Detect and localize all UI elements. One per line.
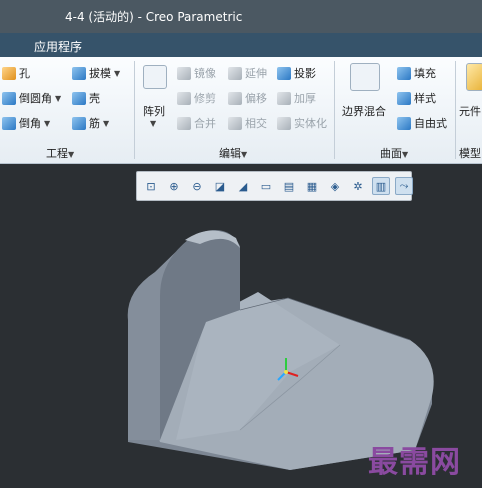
editing-group-label[interactable]: 编辑▼ (219, 145, 247, 161)
zoom-out-icon[interactable]: ⊖ (188, 177, 206, 195)
freestyle-icon (397, 116, 411, 130)
chevron-down-icon: ▼ (150, 119, 157, 128)
group-divider (455, 61, 456, 159)
group-divider (334, 61, 335, 159)
extend-button[interactable]: 延伸 (228, 65, 267, 81)
pattern-button[interactable]: 阵列 (143, 103, 165, 119)
hole-icon (2, 66, 16, 80)
chevron-down-icon[interactable]: ▼ (44, 119, 50, 128)
intersect-icon (228, 116, 242, 130)
pattern-dropdown[interactable]: ▼ (150, 119, 156, 128)
surfaces-group-label[interactable]: 曲面▼ (380, 145, 408, 161)
datum-display-icon[interactable]: ◈ (326, 177, 344, 195)
menu-bar: 应用程序 (0, 33, 482, 57)
merge-icon (177, 116, 191, 130)
transparency-icon[interactable]: ⤳ (395, 177, 413, 195)
offset-button[interactable]: 偏移 (228, 90, 267, 106)
rib-button[interactable]: 筋 ▼ (72, 115, 109, 131)
fill-button[interactable]: 填充 (397, 65, 436, 81)
mirror-button[interactable]: 镜像 (177, 65, 216, 81)
boundary-blend-button[interactable]: 边界混合 (342, 103, 386, 119)
extend-icon (228, 66, 242, 80)
freestyle-button[interactable]: 自由式 (397, 115, 447, 131)
component-button[interactable]: 元件 (459, 103, 481, 119)
refit-icon[interactable]: ⊡ (142, 177, 160, 195)
chamfer-button[interactable]: 倒角 ▼ (2, 115, 50, 131)
project-button[interactable]: 投影 (277, 65, 316, 81)
view-manager-icon[interactable]: ▦ (303, 177, 321, 195)
shell-button[interactable]: 壳 (72, 90, 100, 106)
named-views-icon[interactable]: ▤ (280, 177, 298, 195)
boundary-blend-icon[interactable] (350, 63, 380, 91)
title-bar: 4-4 (活动的) - Creo Parametric (0, 0, 482, 33)
trim-button[interactable]: 修剪 (177, 90, 216, 106)
round-icon (2, 91, 16, 105)
component-icon[interactable] (466, 63, 482, 91)
chamfer-icon (2, 116, 16, 130)
menu-applications[interactable]: 应用程序 (34, 38, 82, 55)
thicken-button[interactable]: 加厚 (277, 90, 316, 106)
ribbon: 孔 拔模 ▼ 倒圆角 ▼ 壳 倒角 ▼ 筋 ▼ 工程▼ 阵列 ▼ 镜像 延伸 投影 修剪… (0, 57, 482, 164)
zoom-in-icon[interactable]: ⊕ (165, 177, 183, 195)
trim-icon (177, 91, 191, 105)
intersect-button[interactable]: 相交 (228, 115, 267, 131)
spin-center-icon[interactable]: ✲ (349, 177, 367, 195)
chevron-down-icon[interactable]: ▼ (103, 119, 109, 128)
merge-button[interactable]: 合并 (177, 115, 216, 131)
chevron-down-icon[interactable]: ▼ (55, 94, 61, 103)
project-icon (277, 66, 291, 80)
chevron-down-icon: ▼ (68, 150, 75, 159)
solidify-icon (277, 116, 291, 130)
shell-icon (72, 91, 86, 105)
mirror-icon (177, 66, 191, 80)
round-button[interactable]: 倒圆角 ▼ (2, 90, 61, 106)
group-divider (134, 61, 135, 159)
fill-icon (397, 66, 411, 80)
graphics-toolbar: ⊡ ⊕ ⊖ ◪ ◢ ▭ ▤ ▦ ◈ ✲ ▥ ⤳ (136, 171, 413, 201)
engineering-group-label[interactable]: 工程▼ (46, 145, 74, 161)
saved-orientation-icon[interactable]: ▭ (257, 177, 275, 195)
offset-icon (228, 91, 242, 105)
chevron-down-icon[interactable]: ▼ (114, 69, 120, 78)
hole-button[interactable]: 孔 (2, 65, 30, 81)
style-icon (397, 91, 411, 105)
draft-icon (72, 66, 86, 80)
annotation-display-icon[interactable]: ▥ (372, 177, 390, 195)
chevron-down-icon: ▼ (241, 150, 248, 159)
display-style-icon[interactable]: ◢ (234, 177, 252, 195)
watermark-logo: 最需网 (368, 445, 461, 480)
window-title: 4-4 (活动的) - Creo Parametric (65, 10, 243, 24)
rib-icon (72, 116, 86, 130)
model-intent-group-label[interactable]: 模型 (459, 145, 481, 161)
pattern-icon[interactable] (143, 65, 167, 89)
draft-button[interactable]: 拔模 ▼ (72, 65, 120, 81)
thicken-icon (277, 91, 291, 105)
repaint-icon[interactable]: ◪ (211, 177, 229, 195)
chevron-down-icon: ▼ (402, 150, 409, 159)
solidify-button[interactable]: 实体化 (277, 115, 327, 131)
style-button[interactable]: 样式 (397, 90, 436, 106)
